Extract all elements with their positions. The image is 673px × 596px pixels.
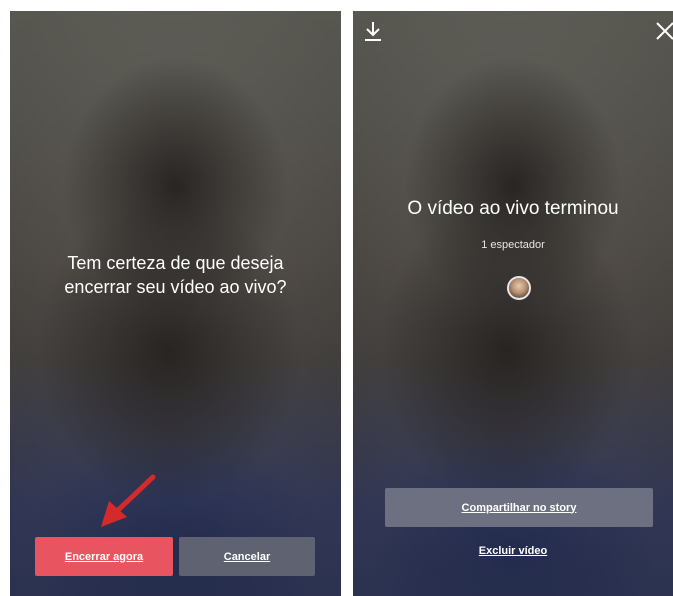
live-ended-screen: O vídeo ao vivo terminou 1 espectador Co… — [353, 11, 673, 596]
blurred-camera-background — [10, 11, 341, 596]
end-now-button[interactable]: Encerrar agora — [35, 537, 173, 576]
red-annotation-arrow-icon — [101, 474, 156, 527]
confirm-end-live-screen: Tem certeza de que deseja encerrar seu v… — [10, 11, 341, 596]
share-to-story-button[interactable]: Compartilhar no story — [385, 488, 653, 527]
cancel-button[interactable]: Cancelar — [179, 537, 315, 576]
viewer-avatar[interactable] — [507, 276, 531, 300]
download-icon[interactable] — [361, 19, 385, 43]
close-icon[interactable] — [653, 19, 673, 43]
viewer-count: 1 espectador — [481, 239, 545, 251]
live-ended-title: O vídeo ao vivo terminou — [407, 198, 619, 219]
delete-video-link[interactable]: Excluir vídeo — [353, 545, 673, 557]
confirm-question-text: Tem certeza de que deseja encerrar seu v… — [64, 253, 287, 297]
